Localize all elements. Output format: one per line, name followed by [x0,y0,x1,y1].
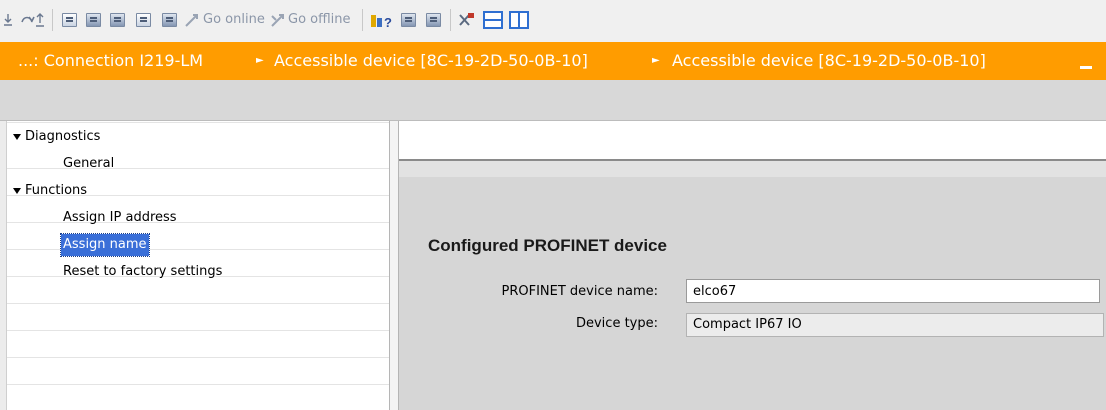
breadcrumb-item-connection[interactable]: ...: Connection I219-LM [18,42,203,80]
breadcrumb-separator: ► [652,55,660,66]
svg-text:?: ? [384,15,392,29]
toolbar: Go online Go offline ? [0,0,1106,43]
tree-item-diagnostics[interactable]: Diagnostics [0,126,389,148]
function-tree: Diagnostics General Functions Assign IP … [0,121,398,410]
left-panel-edge [0,121,7,410]
device-type-field: Compact IP67 IO [686,313,1104,337]
expand-caret-icon[interactable] [13,188,21,194]
monitor-icon[interactable] [84,11,102,29]
start-simulation-icon[interactable] [134,11,152,29]
device-name-input[interactable] [686,279,1100,303]
breadcrumb-separator: ► [256,55,264,66]
toolbar-separator [450,9,451,31]
tree-item-assign-name[interactable]: Assign name [0,233,389,257]
toolbar-separator [52,9,53,31]
device-config-icon[interactable] [424,11,442,29]
tree-item-assign-ip[interactable]: Assign IP address [0,207,389,229]
upload-icon[interactable] [20,11,46,29]
compile-icon[interactable] [60,11,78,29]
device-type-label: Device type: [575,316,658,331]
go-online-icon[interactable] [184,11,200,29]
section-title: Configured PROFINET device [428,236,667,255]
runtime-icon[interactable] [108,11,126,29]
go-offline-button[interactable]: Go offline [288,11,351,29]
tree-item-general[interactable]: General [0,153,389,175]
toolbar-separator [362,9,363,31]
split-horizontal-icon[interactable] [483,11,503,29]
tree-item-label: Diagnostics [25,129,101,144]
tree-item-label: General [63,156,115,171]
stop-simulation-icon[interactable] [160,11,178,29]
panel-splitter[interactable] [389,121,399,410]
tree-item-label: Assign name [60,233,150,257]
go-online-button[interactable]: Go online [203,11,265,29]
breadcrumb: ...: Connection I219-LM ► Accessible dev… [0,42,1106,80]
breadcrumb-item-device-current[interactable]: Accessible device [8C-19-2D-50-0B-10] [672,42,986,80]
tree-item-label: Assign IP address [63,210,177,225]
tree-item-label: Reset to factory settings [63,264,223,279]
content-header [399,121,1106,161]
header-band [0,80,1106,121]
tree-item-functions[interactable]: Functions [0,180,389,202]
go-offline-icon[interactable] [270,11,286,29]
tree-item-label: Functions [25,183,88,198]
cross-reference-icon[interactable] [457,11,475,29]
device-name-label: PROFINET device name: [501,284,658,299]
accessible-devices-icon[interactable]: ? [370,11,394,29]
breadcrumb-item-device[interactable]: Accessible device [8C-19-2D-50-0B-10] [274,42,588,80]
split-vertical-icon[interactable] [509,11,529,29]
download-icon[interactable] [2,11,14,29]
minimize-button[interactable] [1080,42,1094,80]
expand-caret-icon[interactable] [13,134,21,140]
tree-item-reset-factory[interactable]: Reset to factory settings [0,261,389,283]
device-info-icon[interactable] [399,11,417,29]
